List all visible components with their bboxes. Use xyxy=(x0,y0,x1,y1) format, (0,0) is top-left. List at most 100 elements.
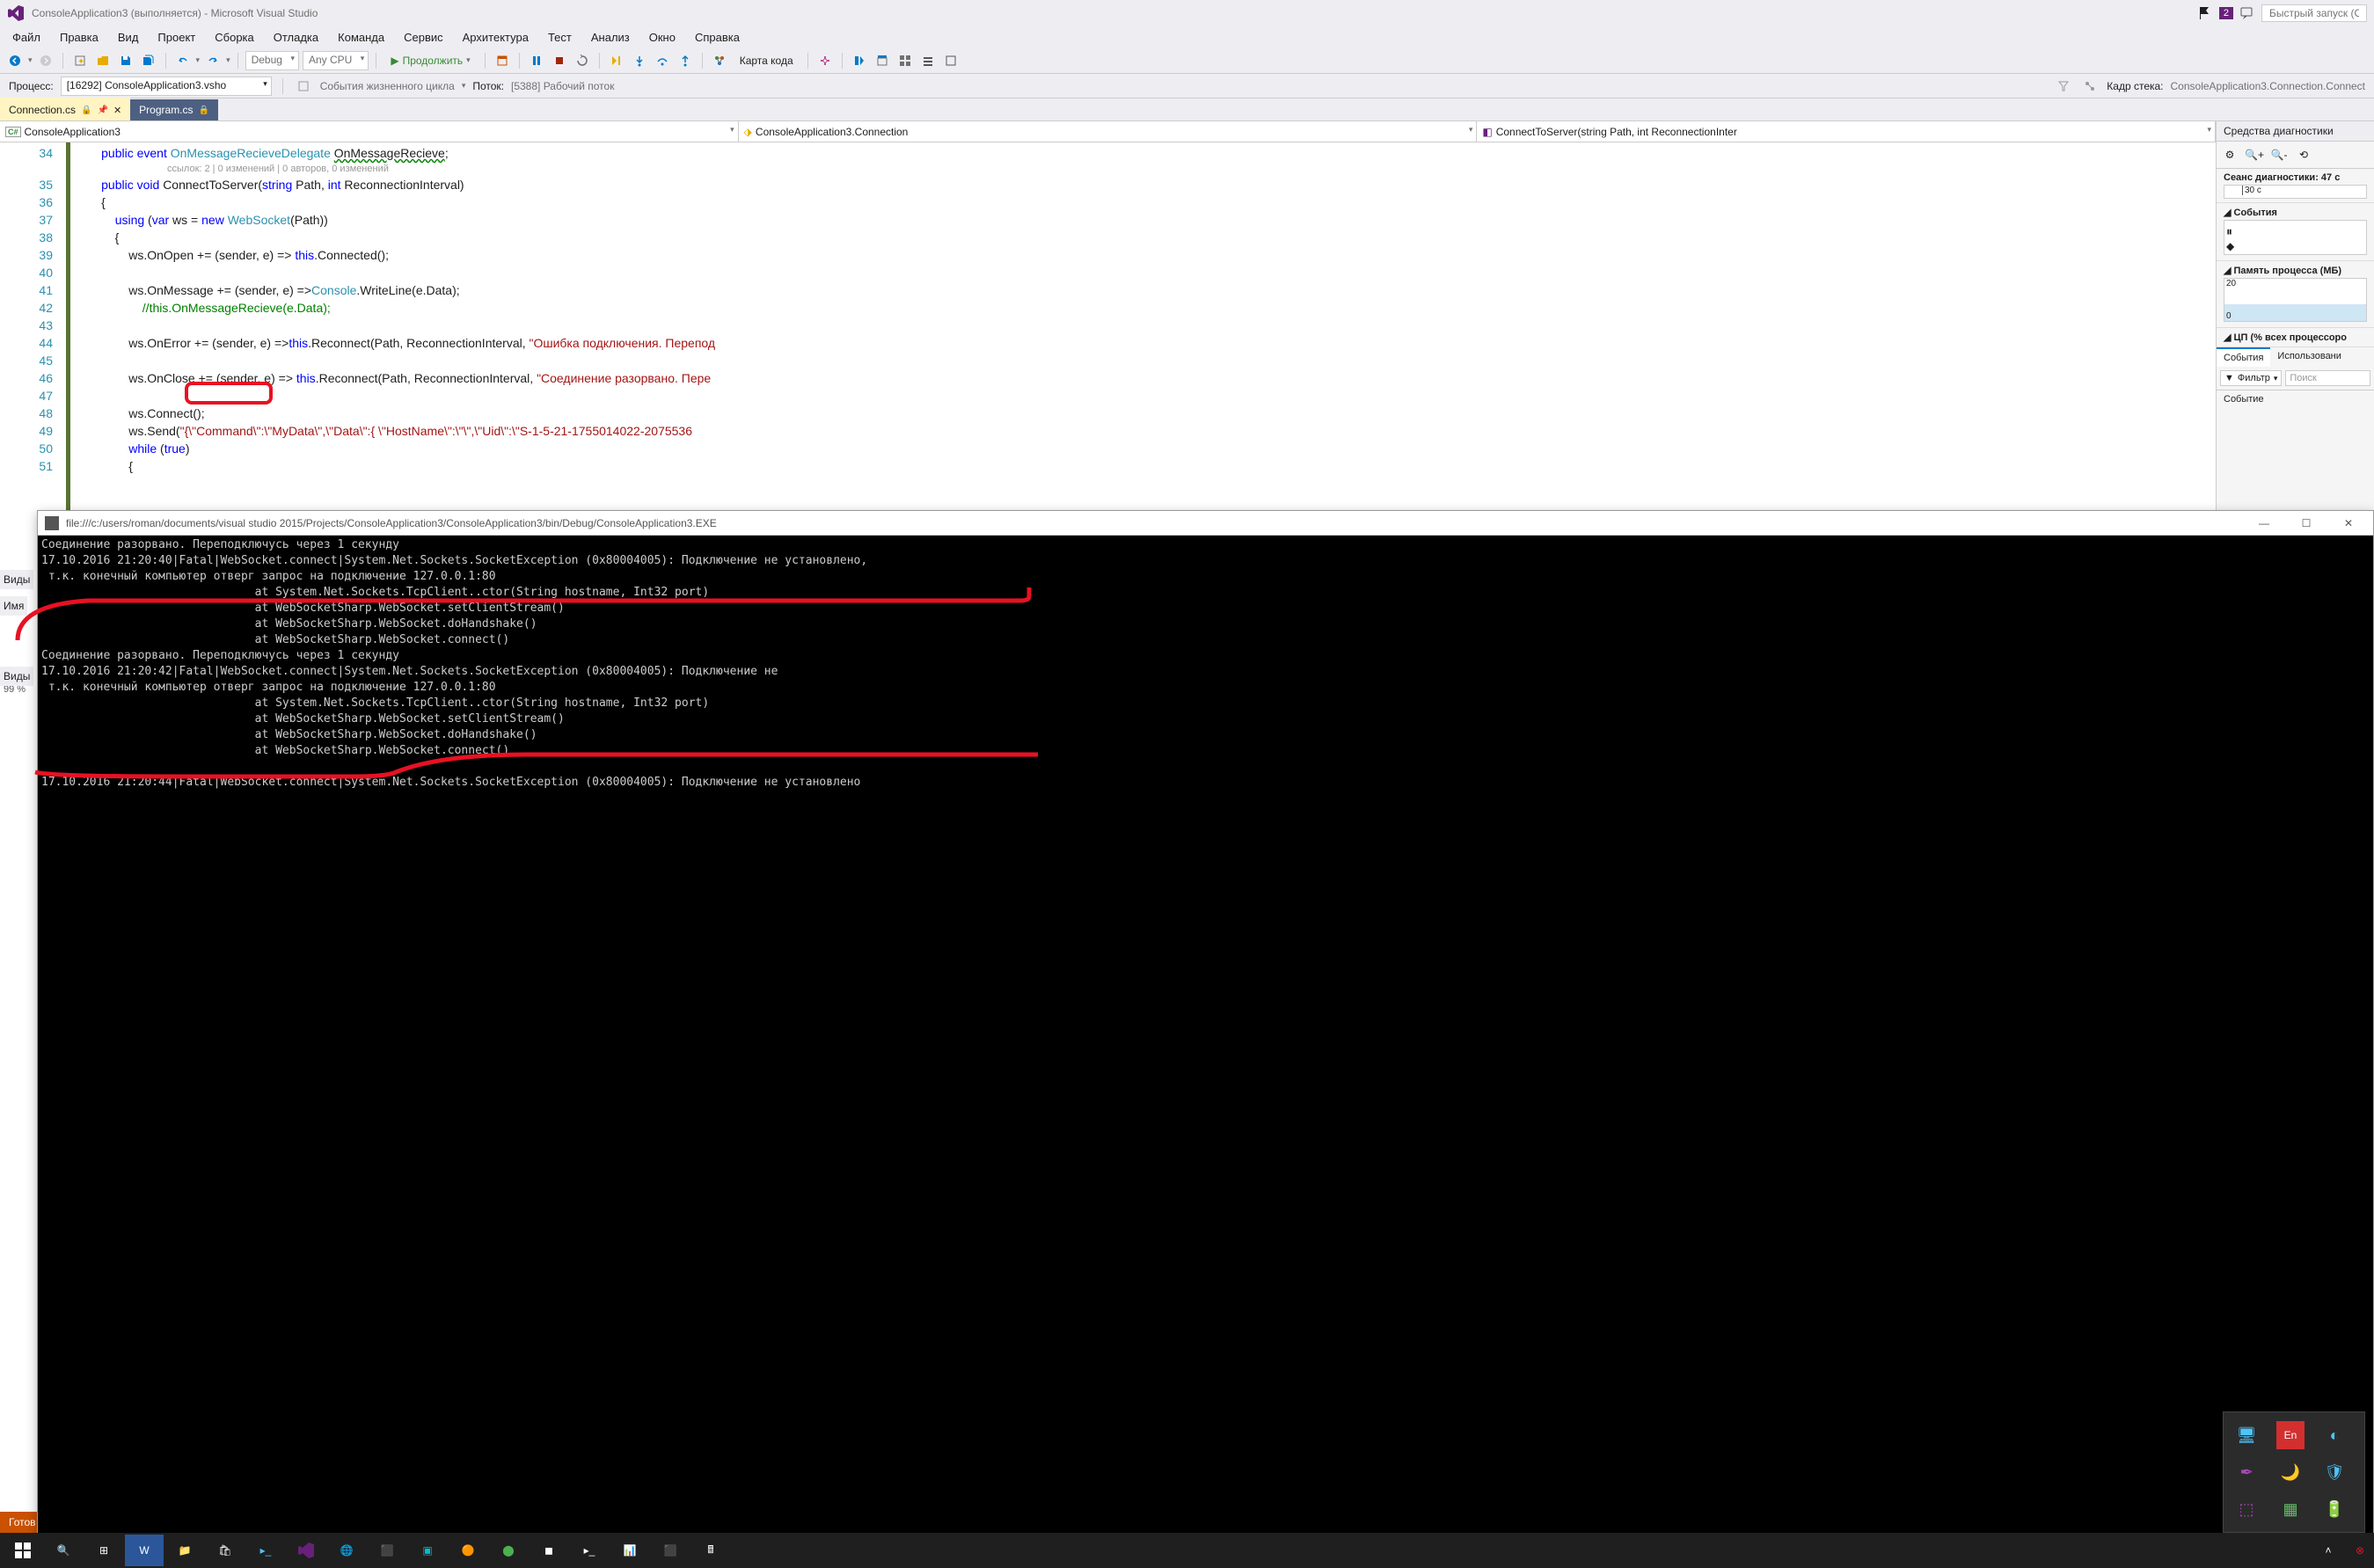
quick-launch-input[interactable] xyxy=(2261,4,2367,22)
taskbar-app6-icon[interactable]: ◼ xyxy=(530,1535,568,1566)
stackframe-value[interactable]: ConsoleApplication3.Connection.Connect xyxy=(2171,80,2365,92)
menu-window[interactable]: Окно xyxy=(640,27,684,47)
save-all-icon[interactable] xyxy=(139,51,158,70)
step-over-icon[interactable] xyxy=(653,51,672,70)
tray-icon-8[interactable]: ▦ xyxy=(2276,1495,2305,1523)
lifecycle-icon[interactable] xyxy=(294,77,313,96)
stackframe-graph-icon[interactable] xyxy=(2080,77,2100,96)
tool-icon-5[interactable] xyxy=(941,51,961,70)
taskbar-calc-icon[interactable]: 🖩 xyxy=(691,1535,730,1566)
side-name[interactable]: Имя xyxy=(0,596,27,616)
menu-test[interactable]: Тест xyxy=(539,27,581,47)
side-views[interactable]: Виды xyxy=(0,570,33,589)
redo-icon[interactable] xyxy=(203,51,223,70)
notification-badge[interactable]: 2 xyxy=(2219,7,2233,19)
menu-analyze[interactable]: Анализ xyxy=(582,27,639,47)
console-minimize-icon[interactable]: — xyxy=(2246,513,2282,534)
tool-icon-4[interactable] xyxy=(918,51,938,70)
tool-icon-3[interactable] xyxy=(895,51,915,70)
menu-project[interactable]: Проект xyxy=(149,27,204,47)
platform-dropdown[interactable]: Any CPU xyxy=(303,51,369,70)
taskbar-app4-icon[interactable]: 🟠 xyxy=(449,1535,487,1566)
menu-tools[interactable]: Сервис xyxy=(395,27,452,47)
diag-tab-events[interactable]: События xyxy=(2217,347,2270,367)
console-titlebar[interactable]: file:///c:/users/roman/documents/visual … xyxy=(38,511,2373,536)
taskbar-app8-icon[interactable]: ⬛ xyxy=(651,1535,690,1566)
tray-icon-lang[interactable]: En xyxy=(2276,1421,2305,1449)
codemap-button[interactable]: Карта кода xyxy=(733,51,800,70)
tray-icon-5[interactable]: 🌙 xyxy=(2276,1458,2305,1486)
menu-architecture[interactable]: Архитектура xyxy=(454,27,537,47)
tray-icon-4[interactable]: ✒ xyxy=(2232,1458,2261,1486)
step-out-icon[interactable] xyxy=(676,51,695,70)
tool-icon-1[interactable] xyxy=(850,51,869,70)
feedback-icon[interactable] xyxy=(2240,6,2254,20)
taskbar-vs-icon[interactable] xyxy=(287,1535,325,1566)
close-tab-icon[interactable]: ✕ xyxy=(113,105,121,116)
taskbar-cmd-icon[interactable]: ▸_ xyxy=(570,1535,609,1566)
diag-filter[interactable]: ▼Фильтр▾ xyxy=(2220,370,2282,386)
codemap-graph-icon[interactable] xyxy=(710,51,729,70)
menu-view[interactable]: Вид xyxy=(109,27,148,47)
nav-project[interactable]: C#ConsoleApplication3 xyxy=(0,121,739,142)
diag-tab-usage[interactable]: Использовани xyxy=(2270,347,2348,367)
taskbar-app2-icon[interactable]: ⬛ xyxy=(368,1535,406,1566)
undo-icon[interactable] xyxy=(173,51,193,70)
codelens[interactable]: ссылок: 2 | 0 изменений | 0 авторов, 0 и… xyxy=(70,162,2216,176)
taskbar-chrome-icon[interactable]: 🌐 xyxy=(327,1535,366,1566)
tool-icon-2[interactable] xyxy=(873,51,892,70)
save-icon[interactable] xyxy=(116,51,135,70)
tray-icon-9[interactable]: 🔋 xyxy=(2320,1495,2348,1523)
search-icon[interactable]: 🔍 xyxy=(44,1535,83,1566)
taskview-icon[interactable]: ⊞ xyxy=(84,1535,123,1566)
tab-program[interactable]: Program.cs 🔒 xyxy=(130,99,218,120)
taskbar-explorer-icon[interactable]: 📁 xyxy=(165,1535,204,1566)
tray-icon-1[interactable]: 🖥 xyxy=(2232,1421,2261,1449)
pin-icon[interactable]: 📌 xyxy=(98,106,108,115)
thread-value[interactable]: [5388] Рабочий поток xyxy=(511,80,643,92)
console-maximize-icon[interactable]: ☐ xyxy=(2289,513,2324,534)
stop-icon[interactable] xyxy=(550,51,569,70)
taskbar-app3-icon[interactable]: ▣ xyxy=(408,1535,447,1566)
tray-chevron-icon[interactable]: ˄ xyxy=(2309,1535,2348,1566)
nav-back-icon[interactable] xyxy=(5,51,25,70)
diag-settings-icon[interactable]: ⚙ xyxy=(2220,145,2239,164)
nav-method[interactable]: ◧ConnectToServer(string Path, int Reconn… xyxy=(1477,121,2216,142)
restart-icon[interactable] xyxy=(573,51,592,70)
nav-class[interactable]: ⬗ConsoleApplication3.Connection xyxy=(739,121,1478,142)
flag-icon[interactable] xyxy=(2198,6,2212,20)
tray-close-icon[interactable]: ⊗ xyxy=(2349,1535,2370,1566)
tray-icon-7[interactable]: ⬚ xyxy=(2232,1495,2261,1523)
browser-select-icon[interactable] xyxy=(493,51,512,70)
menu-build[interactable]: Сборка xyxy=(206,27,263,47)
diag-zoomin-icon[interactable]: 🔍+ xyxy=(2245,145,2264,164)
taskbar-app7-icon[interactable]: 📊 xyxy=(610,1535,649,1566)
next-statement-icon[interactable] xyxy=(607,51,626,70)
diag-zoomout-icon[interactable]: 🔍- xyxy=(2269,145,2289,164)
continue-button[interactable]: ▶Продолжить▾ xyxy=(383,51,477,70)
menu-team[interactable]: Команда xyxy=(329,27,393,47)
pause-icon[interactable] xyxy=(527,51,546,70)
taskbar-store-icon[interactable]: 🛍 xyxy=(206,1535,245,1566)
console-output[interactable]: Соединение разорвано. Переподключусь чер… xyxy=(38,536,2373,1567)
taskbar-app5-icon[interactable]: ⬤ xyxy=(489,1535,528,1566)
tray-icon-3[interactable]: ◐ xyxy=(2320,1421,2348,1449)
diag-reset-icon[interactable]: ⟲ xyxy=(2294,145,2313,164)
taskbar-powershell-icon[interactable]: ▸_ xyxy=(246,1535,285,1566)
step-into-icon[interactable] xyxy=(630,51,649,70)
tray-icon-6[interactable]: 🛡 xyxy=(2320,1458,2348,1486)
diag-search[interactable]: Поиск xyxy=(2285,370,2370,386)
config-dropdown[interactable]: Debug xyxy=(245,51,299,70)
menu-debug[interactable]: Отладка xyxy=(265,27,327,47)
menu-file[interactable]: Файл xyxy=(4,27,49,47)
taskbar-word-icon[interactable]: W xyxy=(125,1535,164,1566)
open-icon[interactable] xyxy=(93,51,113,70)
stackframe-filter-icon[interactable] xyxy=(2054,77,2073,96)
intellitrace-icon[interactable] xyxy=(815,51,835,70)
side-views2[interactable]: Виды xyxy=(0,667,33,686)
new-item-icon[interactable]: ✦ xyxy=(70,51,90,70)
menu-edit[interactable]: Правка xyxy=(51,27,107,47)
tab-connection[interactable]: Connection.cs 🔒 📌 ✕ xyxy=(0,98,130,120)
menu-help[interactable]: Справка xyxy=(686,27,749,47)
console-close-icon[interactable]: ✕ xyxy=(2331,513,2366,534)
